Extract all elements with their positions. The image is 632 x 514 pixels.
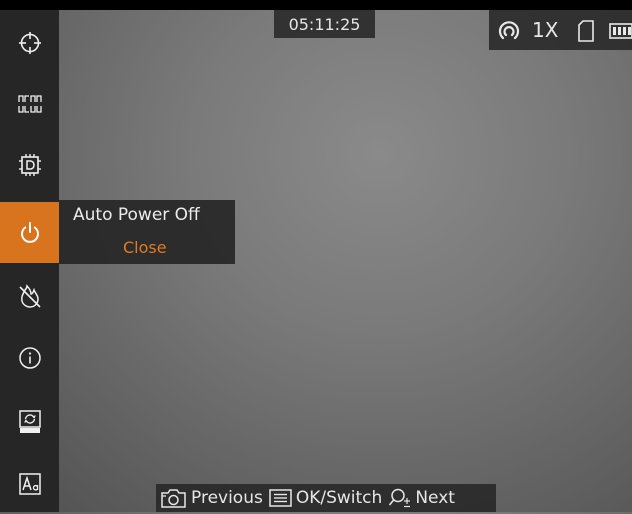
hint-previous: Previous <box>160 487 263 509</box>
sidebar-menu <box>0 10 59 512</box>
time-text: 05:11:25 <box>288 14 361 34</box>
info-icon <box>18 346 41 369</box>
zoom-icon <box>389 488 411 508</box>
sidebar-item-pip[interactable] <box>0 134 59 195</box>
sidebar-item-power[interactable] <box>0 202 59 263</box>
clock-display: 05:11:25 <box>274 10 375 38</box>
sidebar-item-hotspot-tracking[interactable] <box>0 73 59 134</box>
picture-in-picture-icon <box>18 153 41 176</box>
hotspot-icon <box>498 21 520 40</box>
hint-next: Next <box>388 487 455 509</box>
hotspot-off-icon <box>18 283 41 308</box>
power-icon <box>20 221 39 243</box>
crosshair-icon <box>18 31 41 54</box>
sidebar-item-crosshair[interactable] <box>0 12 59 73</box>
sidebar-item-font-size[interactable] <box>0 453 59 514</box>
text-size-icon <box>18 472 41 495</box>
camera-icon <box>161 489 186 508</box>
hint-ok-switch-label: OK/Switch <box>295 488 383 508</box>
status-bar: 1X <box>489 10 632 50</box>
hint-next-label: Next <box>415 488 455 508</box>
hint-ok-switch: OK/Switch <box>269 488 382 508</box>
hint-previous-label: Previous <box>191 488 263 508</box>
sidebar-item-info[interactable] <box>0 327 59 388</box>
top-edge-bar <box>0 0 632 10</box>
sd-card-icon <box>578 20 594 42</box>
popup-value[interactable]: Close <box>123 238 167 257</box>
sidebar-item-hotspot-off[interactable] <box>0 266 59 327</box>
image-sync-icon <box>18 409 41 433</box>
key-hint-bar: Previous OK/Switch Next <box>156 484 496 512</box>
menu-icon <box>269 489 292 507</box>
battery-icon <box>609 23 632 39</box>
sidebar-item-calibrate[interactable] <box>0 391 59 452</box>
hotspot-tracking-icon <box>17 94 42 113</box>
popup-title: Auto Power Off <box>73 205 200 225</box>
auto-power-off-popup: Auto Power Off Close <box>59 200 235 264</box>
zoom-level: 1X <box>532 18 559 42</box>
